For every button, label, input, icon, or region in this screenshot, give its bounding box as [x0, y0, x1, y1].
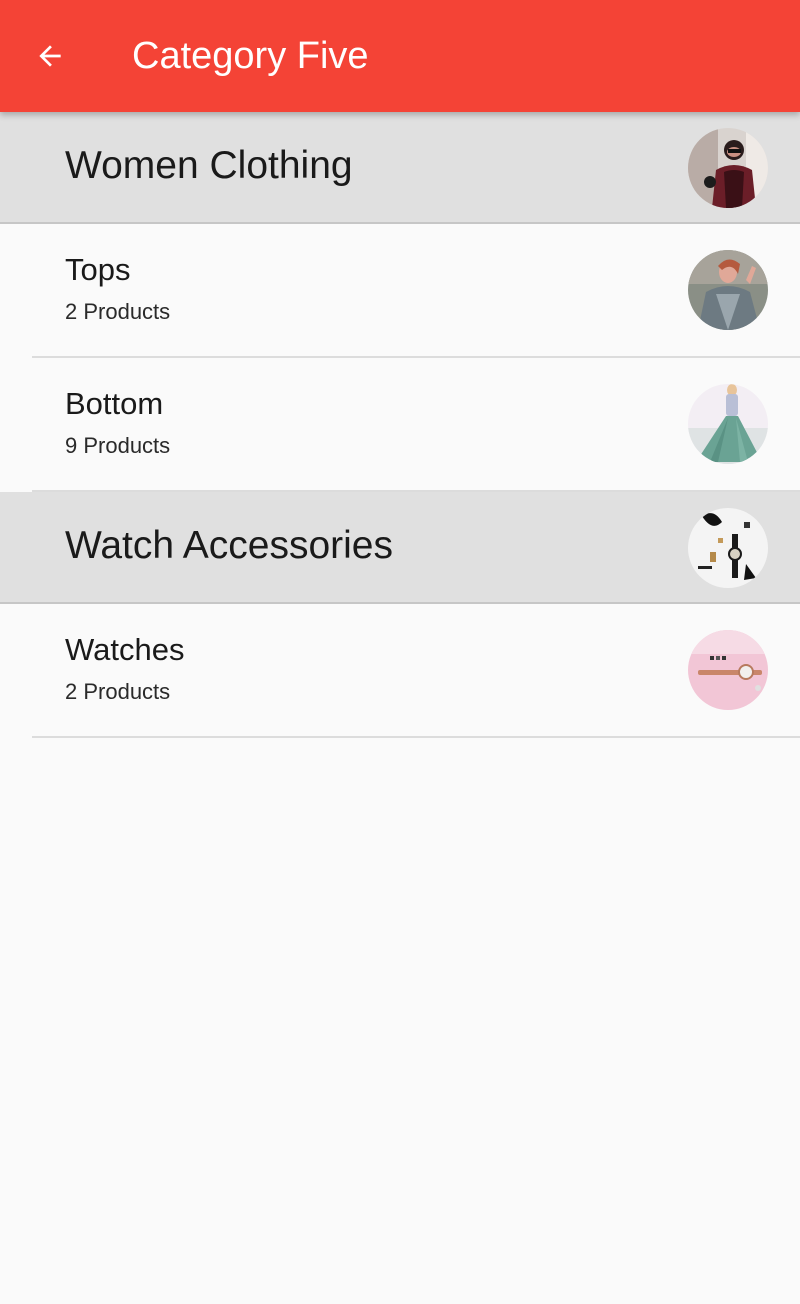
- group-title: Women Clothing: [65, 144, 353, 187]
- watch-accessories-avatar: [688, 508, 768, 588]
- list-item-tops[interactable]: Tops 2 Products: [0, 224, 800, 358]
- divider: [32, 736, 800, 738]
- list-item-watches[interactable]: Watches 2 Products: [0, 604, 800, 738]
- item-name: Bottom: [65, 386, 164, 421]
- watches-avatar: [688, 630, 768, 710]
- group-header-women-clothing[interactable]: Women Clothing: [0, 112, 800, 224]
- item-product-count: 2 Products: [65, 299, 171, 324]
- arrow-back-icon: [39, 45, 61, 67]
- women-clothing-avatar: [688, 128, 768, 208]
- page-title: Category Five: [132, 35, 369, 77]
- list-item-bottom[interactable]: Bottom 9 Products: [0, 358, 800, 492]
- app-bar: Category Five: [0, 0, 800, 112]
- item-name: Watches: [65, 632, 185, 667]
- tops-avatar: [688, 250, 768, 330]
- item-product-count: 9 Products: [65, 433, 171, 458]
- category-list: Women Clothing Tops 2 Products Bottom 9 …: [0, 112, 800, 738]
- item-name: Tops: [65, 252, 131, 287]
- bottom-avatar: [688, 384, 768, 464]
- item-product-count: 2 Products: [65, 679, 171, 704]
- group-title: Watch Accessories: [65, 524, 393, 567]
- group-header-watch-accessories[interactable]: Watch Accessories: [0, 492, 800, 604]
- back-button[interactable]: [22, 28, 78, 84]
